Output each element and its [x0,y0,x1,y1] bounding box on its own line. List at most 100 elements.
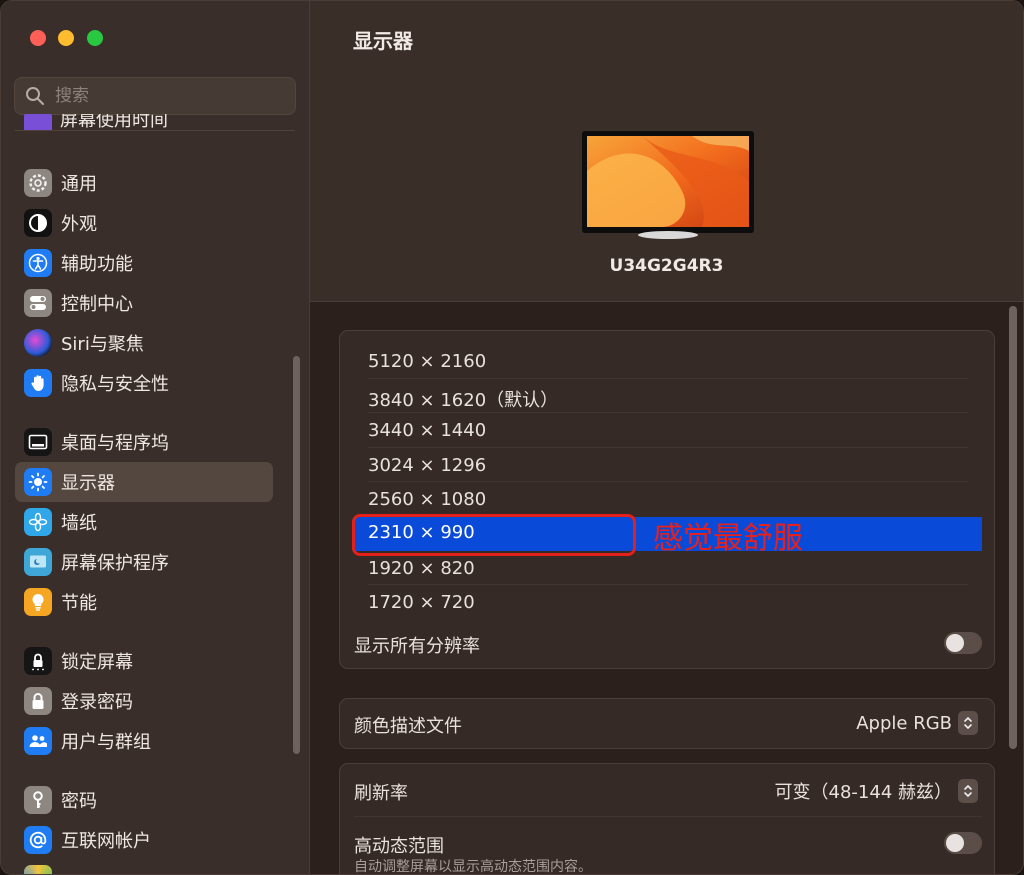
resolution-panel: 5120 × 2160 3840 × 1620（默认） 3440 × 1440 … [339,330,995,669]
refresh-hdr-panel: 刷新率 可变（48-144 赫兹） 高动态范围 自动调整屏幕以显示高动态范围内容… [339,763,995,875]
siri-icon [24,329,52,357]
flower-icon [24,508,52,536]
sidebar-item-label: 互联网帐户 [61,831,151,852]
sidebar-item-label: 隐私与安全性 [61,374,169,395]
accessibility-icon [24,249,52,277]
page-title: 显示器 [353,29,413,53]
sidebar-item-appearance[interactable]: 外观 [15,203,273,243]
row-divider [354,816,982,817]
sun-icon [24,468,52,496]
game-center-icon[interactable] [24,865,52,874]
zoom-window-button[interactable] [87,30,103,46]
system-settings-window: 屏幕使用时间 通用 外观 辅助功能 控制中心 [0,0,1024,875]
lock-screen-icon [24,647,52,675]
chevron-updown-icon [958,711,978,735]
color-profile-popup[interactable]: Apple RGB [856,711,978,735]
sidebar-divider [15,130,295,131]
users-icon [24,727,52,755]
sidebar-item-label: 登录密码 [61,692,133,713]
resolution-option[interactable]: 3840 × 1620（默认） [368,386,558,412]
sidebar-item-label: 外观 [61,214,97,235]
control-center-icon [24,289,52,317]
resolution-option[interactable]: 1720 × 720 [368,592,475,613]
resolution-option[interactable]: 5120 × 2160 [368,351,486,372]
color-profile-panel: 颜色描述文件 Apple RGB [339,698,995,749]
hdr-description: 自动调整屏幕以显示高动态范围内容。 [354,859,592,875]
sidebar-item-label: 锁定屏幕 [61,652,133,673]
show-all-resolutions-label: 显示所有分辨率 [354,636,480,657]
sidebar-item-internet-accounts[interactable]: 互联网帐户 [15,820,273,860]
annotation-text: 感觉最舒服 [653,521,803,556]
sidebar-item-siri[interactable]: Siri与聚焦 [15,323,273,363]
sidebar-item-wallpaper[interactable]: 墙纸 [15,502,273,542]
sidebar-item-label: 用户与群组 [61,732,151,753]
color-profile-label: 颜色描述文件 [354,716,462,737]
resolution-option[interactable]: 3440 × 1440 [368,420,486,441]
refresh-rate-value: 可变（48-144 赫兹） [774,782,952,803]
hourglass-icon [24,114,52,130]
key-icon [24,786,52,814]
at-icon [24,826,52,854]
close-window-button[interactable] [30,30,46,46]
resolution-option[interactable]: 2560 × 1080 [368,489,486,510]
monitor-icon[interactable] [582,131,754,239]
sidebar-item-desktop-dock[interactable]: 桌面与程序坞 [15,422,273,462]
hdr-label: 高动态范围 [354,836,444,857]
search-input[interactable] [53,85,277,107]
main-scrollbar[interactable] [1009,306,1017,749]
sidebar-item-control-center[interactable]: 控制中心 [15,283,273,323]
sidebar-item-label: 节能 [61,593,97,614]
refresh-rate-popup[interactable]: 可变（48-144 赫兹） [775,778,978,804]
sidebar-item-displays[interactable]: 显示器 [15,462,273,502]
lightbulb-icon [24,588,52,616]
sidebar-item-general[interactable]: 通用 [15,163,273,203]
dock-icon [24,428,52,456]
resolution-option[interactable]: 1920 × 820 [368,558,475,579]
display-header: 显示器 U34G2G4R3 [310,1,1023,302]
refresh-rate-label: 刷新率 [354,783,408,804]
screensaver-icon [24,548,52,576]
row-divider [368,378,968,379]
sidebar-item-label: Siri与聚焦 [61,334,144,355]
sidebar-item-login-password[interactable]: 登录密码 [15,681,273,721]
sidebar-item-label: 墙纸 [61,513,97,534]
sidebar-item-label: 辅助功能 [61,254,133,275]
sidebar-item-label: 控制中心 [61,294,133,315]
sidebar-item-label: 通用 [61,174,97,195]
toggle-knob [946,834,964,852]
hand-icon [24,369,52,397]
sidebar-item-passwords[interactable]: 密码 [15,780,273,820]
appearance-icon [24,209,52,237]
show-all-resolutions-toggle[interactable] [944,632,982,654]
row-divider [368,481,968,482]
sidebar-item-users-groups[interactable]: 用户与群组 [15,721,273,761]
gear-icon [24,169,52,197]
minimize-window-button[interactable] [58,30,74,46]
hdr-toggle[interactable] [944,832,982,854]
row-divider [368,447,968,448]
sidebar-item-label: 屏幕保护程序 [61,553,169,574]
chevron-updown-icon [958,779,978,803]
sidebar-item-label: 桌面与程序坞 [61,433,169,454]
toggle-knob [946,634,964,652]
display-settings-pane: 显示器 U34G2G4R3 5120 × 2160 3840 × 1620（默认… [310,1,1023,874]
color-profile-value: Apple RGB [856,712,952,734]
sidebar-item-label: 密码 [61,791,97,812]
row-divider [368,584,968,585]
annotation-highlight-box [352,514,636,556]
sidebar-item-label: 显示器 [61,473,115,494]
search-icon [26,87,44,105]
sidebar: 屏幕使用时间 通用 外观 辅助功能 控制中心 [1,1,310,874]
resolution-option[interactable]: 3024 × 1296 [368,455,486,476]
sidebar-item-accessibility[interactable]: 辅助功能 [15,243,273,283]
search-field[interactable] [14,77,296,115]
monitor-name: U34G2G4R3 [609,256,724,276]
padlock-icon [24,687,52,715]
sidebar-item-screensaver[interactable]: 屏幕保护程序 [15,542,273,582]
sidebar-item-partial[interactable]: 屏幕使用时间 [24,114,284,130]
sidebar-item-lock-screen[interactable]: 锁定屏幕 [15,641,273,681]
row-divider [368,412,968,413]
sidebar-scrollbar[interactable] [293,356,300,754]
sidebar-item-privacy[interactable]: 隐私与安全性 [15,363,273,403]
sidebar-item-energy[interactable]: 节能 [15,582,273,622]
